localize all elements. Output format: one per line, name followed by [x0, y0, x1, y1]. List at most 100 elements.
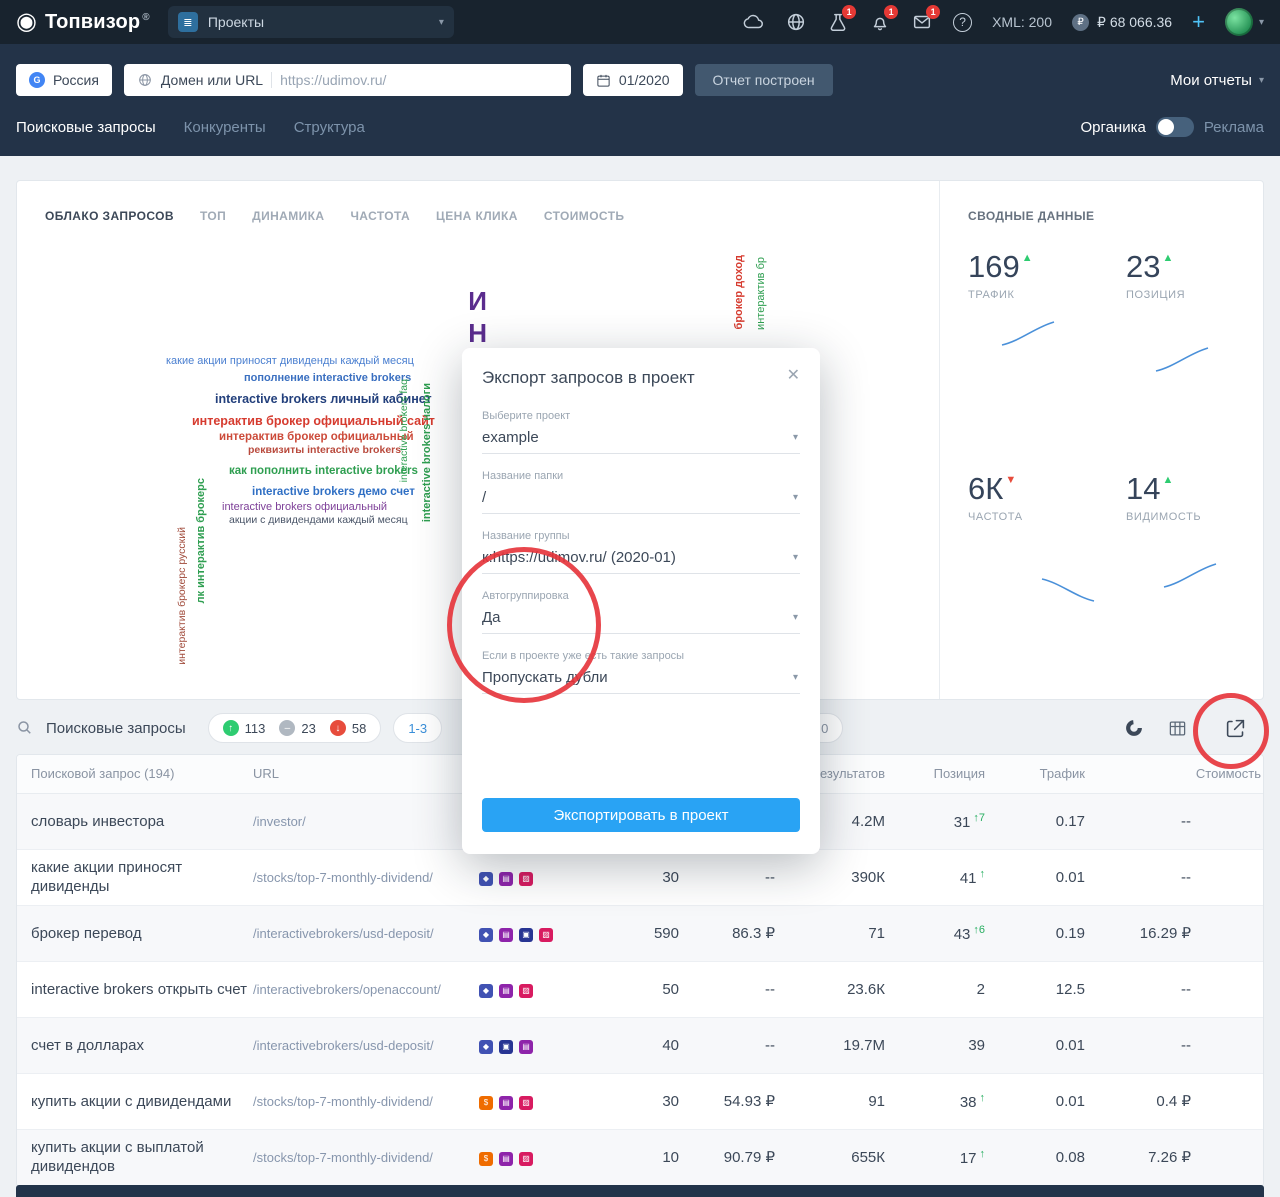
xml-limits-label[interactable]: XML: 200 — [992, 14, 1052, 30]
cloud-word: брокер доход — [733, 255, 745, 329]
table-row[interactable]: брокер перевод/interactivebrokers/usd-de… — [17, 905, 1264, 961]
balance[interactable]: ₽ ₽ 68 066.36 — [1072, 14, 1172, 31]
url-cell[interactable]: /interactivebrokers/usd-deposit/ — [253, 905, 465, 961]
cloud-tab-3[interactable]: ЧАСТОТА — [350, 209, 410, 223]
cloud-tab-5[interactable]: СТОИМОСТЬ — [544, 209, 625, 223]
report-status-button[interactable]: Отчет построен — [695, 64, 833, 96]
results-cell: 19.7М — [779, 1017, 889, 1073]
briefcase-icon: ▤ — [499, 872, 513, 886]
table-row[interactable]: купить акции с дивидендами/stocks/top-7-… — [17, 1073, 1264, 1129]
logo[interactable]: ◉ Топвизор® — [16, 10, 150, 34]
bell-icon[interactable]: 1 — [869, 11, 891, 33]
query-cell[interactable]: брокер перевод — [17, 905, 253, 961]
up-arrow-icon: ▲ — [1162, 474, 1173, 486]
chevron-down-icon: ▾ — [793, 492, 798, 503]
organic-ads-toggle[interactable] — [1156, 117, 1194, 137]
export-modal: Экспорт запросов в проект ✕ Выберите про… — [462, 348, 820, 854]
table-row[interactable]: счет в долларах/interactivebrokers/usd-d… — [17, 1017, 1264, 1073]
field-select[interactable]: к:https://udimov.ru/ (2020-01)▾ — [482, 542, 800, 574]
table-row[interactable]: interactive brokers открыть счет/interac… — [17, 961, 1264, 1017]
field-select[interactable]: Пропускать дубли▾ — [482, 662, 800, 694]
cloud-tab-2[interactable]: ДИНАМИКА — [252, 209, 324, 223]
serp-features-cell: ◆▣▤ — [465, 1017, 565, 1073]
close-icon[interactable]: ✕ — [787, 368, 800, 384]
cost-cell: -- — [1089, 961, 1264, 1017]
cube-icon: ◆ — [479, 984, 493, 998]
sparkline — [1000, 319, 1056, 349]
logo-text: Топвизор® — [45, 11, 150, 34]
traffic-cell: 0.01 — [989, 1073, 1089, 1129]
chevron-down-icon: ▾ — [793, 552, 798, 563]
field-select[interactable]: example▾ — [482, 422, 800, 454]
top-up-button[interactable]: + — [1192, 11, 1205, 33]
main-tab-2[interactable]: Структура — [294, 119, 365, 136]
up-arrow-icon: ↑ — [223, 720, 239, 736]
query-cell[interactable]: какие акции приносят дивиденды — [17, 849, 253, 905]
region-selector[interactable]: G Россия — [16, 64, 112, 96]
url-cell[interactable]: /stocks/top-7-monthly-dividend/ — [253, 1129, 465, 1185]
region-label: Россия — [53, 72, 99, 88]
mail-icon[interactable]: 1 — [911, 11, 933, 33]
summary-metric: 23▲ПОЗИЦИЯ — [1126, 249, 1280, 471]
chevron-down-icon: ▾ — [1259, 75, 1264, 86]
help-icon[interactable]: ? — [953, 13, 972, 32]
serp-features-cell: $▤▨ — [465, 1129, 565, 1185]
export-to-project-button[interactable]: Экспортировать в проект — [482, 798, 800, 832]
column-header-7[interactable]: Трафик — [989, 755, 1089, 793]
url-cell[interactable]: /investor/ — [253, 793, 465, 849]
domain-selector[interactable]: Домен или URL https://udimov.ru/ — [124, 64, 571, 96]
down-arrow-icon: ↓ — [330, 720, 346, 736]
url-cell[interactable]: /interactivebrokers/openaccount/ — [253, 961, 465, 1017]
position-cell: 38↑ — [889, 1073, 989, 1129]
up-count: ↑113 — [223, 720, 266, 736]
cloud-tab-4[interactable]: ЦЕНА КЛИКА — [436, 209, 518, 223]
cost-cell: 0.4 ₽ — [1089, 1073, 1264, 1129]
project-selector[interactable]: ≣ Проекты ▾ — [168, 6, 454, 38]
query-cell[interactable]: interactive brokers открыть счет — [17, 961, 253, 1017]
column-header-0[interactable]: Поисковой запрос (194) — [17, 755, 253, 793]
url-cell[interactable]: /interactivebrokers/usd-deposit/ — [253, 1017, 465, 1073]
flask-icon[interactable]: 1 — [827, 11, 849, 33]
subheader: G Россия Домен или URL https://udimov.ru… — [0, 44, 1280, 156]
url-cell[interactable]: /stocks/top-7-monthly-dividend/ — [253, 1073, 465, 1129]
date-picker[interactable]: 01/2020 — [583, 64, 683, 96]
position-cell: 41↑ — [889, 849, 989, 905]
cloud-word: interactive brokers официальный — [222, 501, 387, 513]
position-changes-pill[interactable]: ↑113 –23 ↓58 — [208, 713, 382, 743]
cloud-tab-0[interactable]: ОБЛАКО ЗАПРОСОВ — [45, 209, 174, 223]
query-cell[interactable]: словарь инвестора — [17, 793, 253, 849]
metric-value: 14 — [1126, 471, 1160, 506]
field-select[interactable]: /▾ — [482, 482, 800, 514]
summary-grid: 169▲ТРАФИК23▲ПОЗИЦИЯ6К▼ЧАСТОТА14▲ВИДИМОС… — [968, 249, 1263, 693]
cost-cell: -- — [1089, 849, 1264, 905]
url-cell[interactable]: /stocks/top-7-monthly-dividend/ — [253, 849, 465, 905]
column-header-1[interactable]: URL — [253, 755, 465, 793]
export-icon[interactable] — [1225, 718, 1246, 739]
results-cell: 91 — [779, 1073, 889, 1129]
my-reports-dropdown[interactable]: Мои отчеты ▾ — [1170, 72, 1264, 89]
modal-fields: Выберите проектexample▾Название папки/▾Н… — [482, 410, 800, 694]
table-row[interactable]: купить акции с выплатой дивидендов/stock… — [17, 1129, 1264, 1185]
divider — [271, 72, 272, 88]
column-header-6[interactable]: Позиция — [889, 755, 989, 793]
footer-strip — [16, 1185, 1264, 1197]
range-filter-pill[interactable]: 1-3 — [393, 713, 442, 743]
calendar-icon — [596, 73, 611, 88]
query-cell[interactable]: купить акции с выплатой дивидендов — [17, 1129, 253, 1185]
frequency-cell: 590 — [565, 905, 683, 961]
query-cell[interactable]: счет в долларах — [17, 1017, 253, 1073]
cloud-tab-1[interactable]: ТОП — [200, 209, 226, 223]
main-tab-0[interactable]: Поисковые запросы — [16, 119, 156, 136]
field-select[interactable]: Да▾ — [482, 602, 800, 634]
results-cell: 71 — [779, 905, 889, 961]
main-tab-1[interactable]: Конкуренты — [184, 119, 266, 136]
results-cell: 655К — [779, 1129, 889, 1185]
column-header-8[interactable]: Стоимость — [1089, 755, 1264, 793]
table-row[interactable]: какие акции приносят дивиденды/stocks/to… — [17, 849, 1264, 905]
cloud-icon[interactable] — [743, 11, 765, 33]
user-menu[interactable]: ▾ — [1225, 8, 1264, 36]
table-columns-icon[interactable] — [1168, 719, 1187, 738]
globe-icon[interactable] — [785, 11, 807, 33]
query-cell[interactable]: купить акции с дивидендами — [17, 1073, 253, 1129]
donut-chart-icon[interactable] — [1124, 718, 1144, 738]
